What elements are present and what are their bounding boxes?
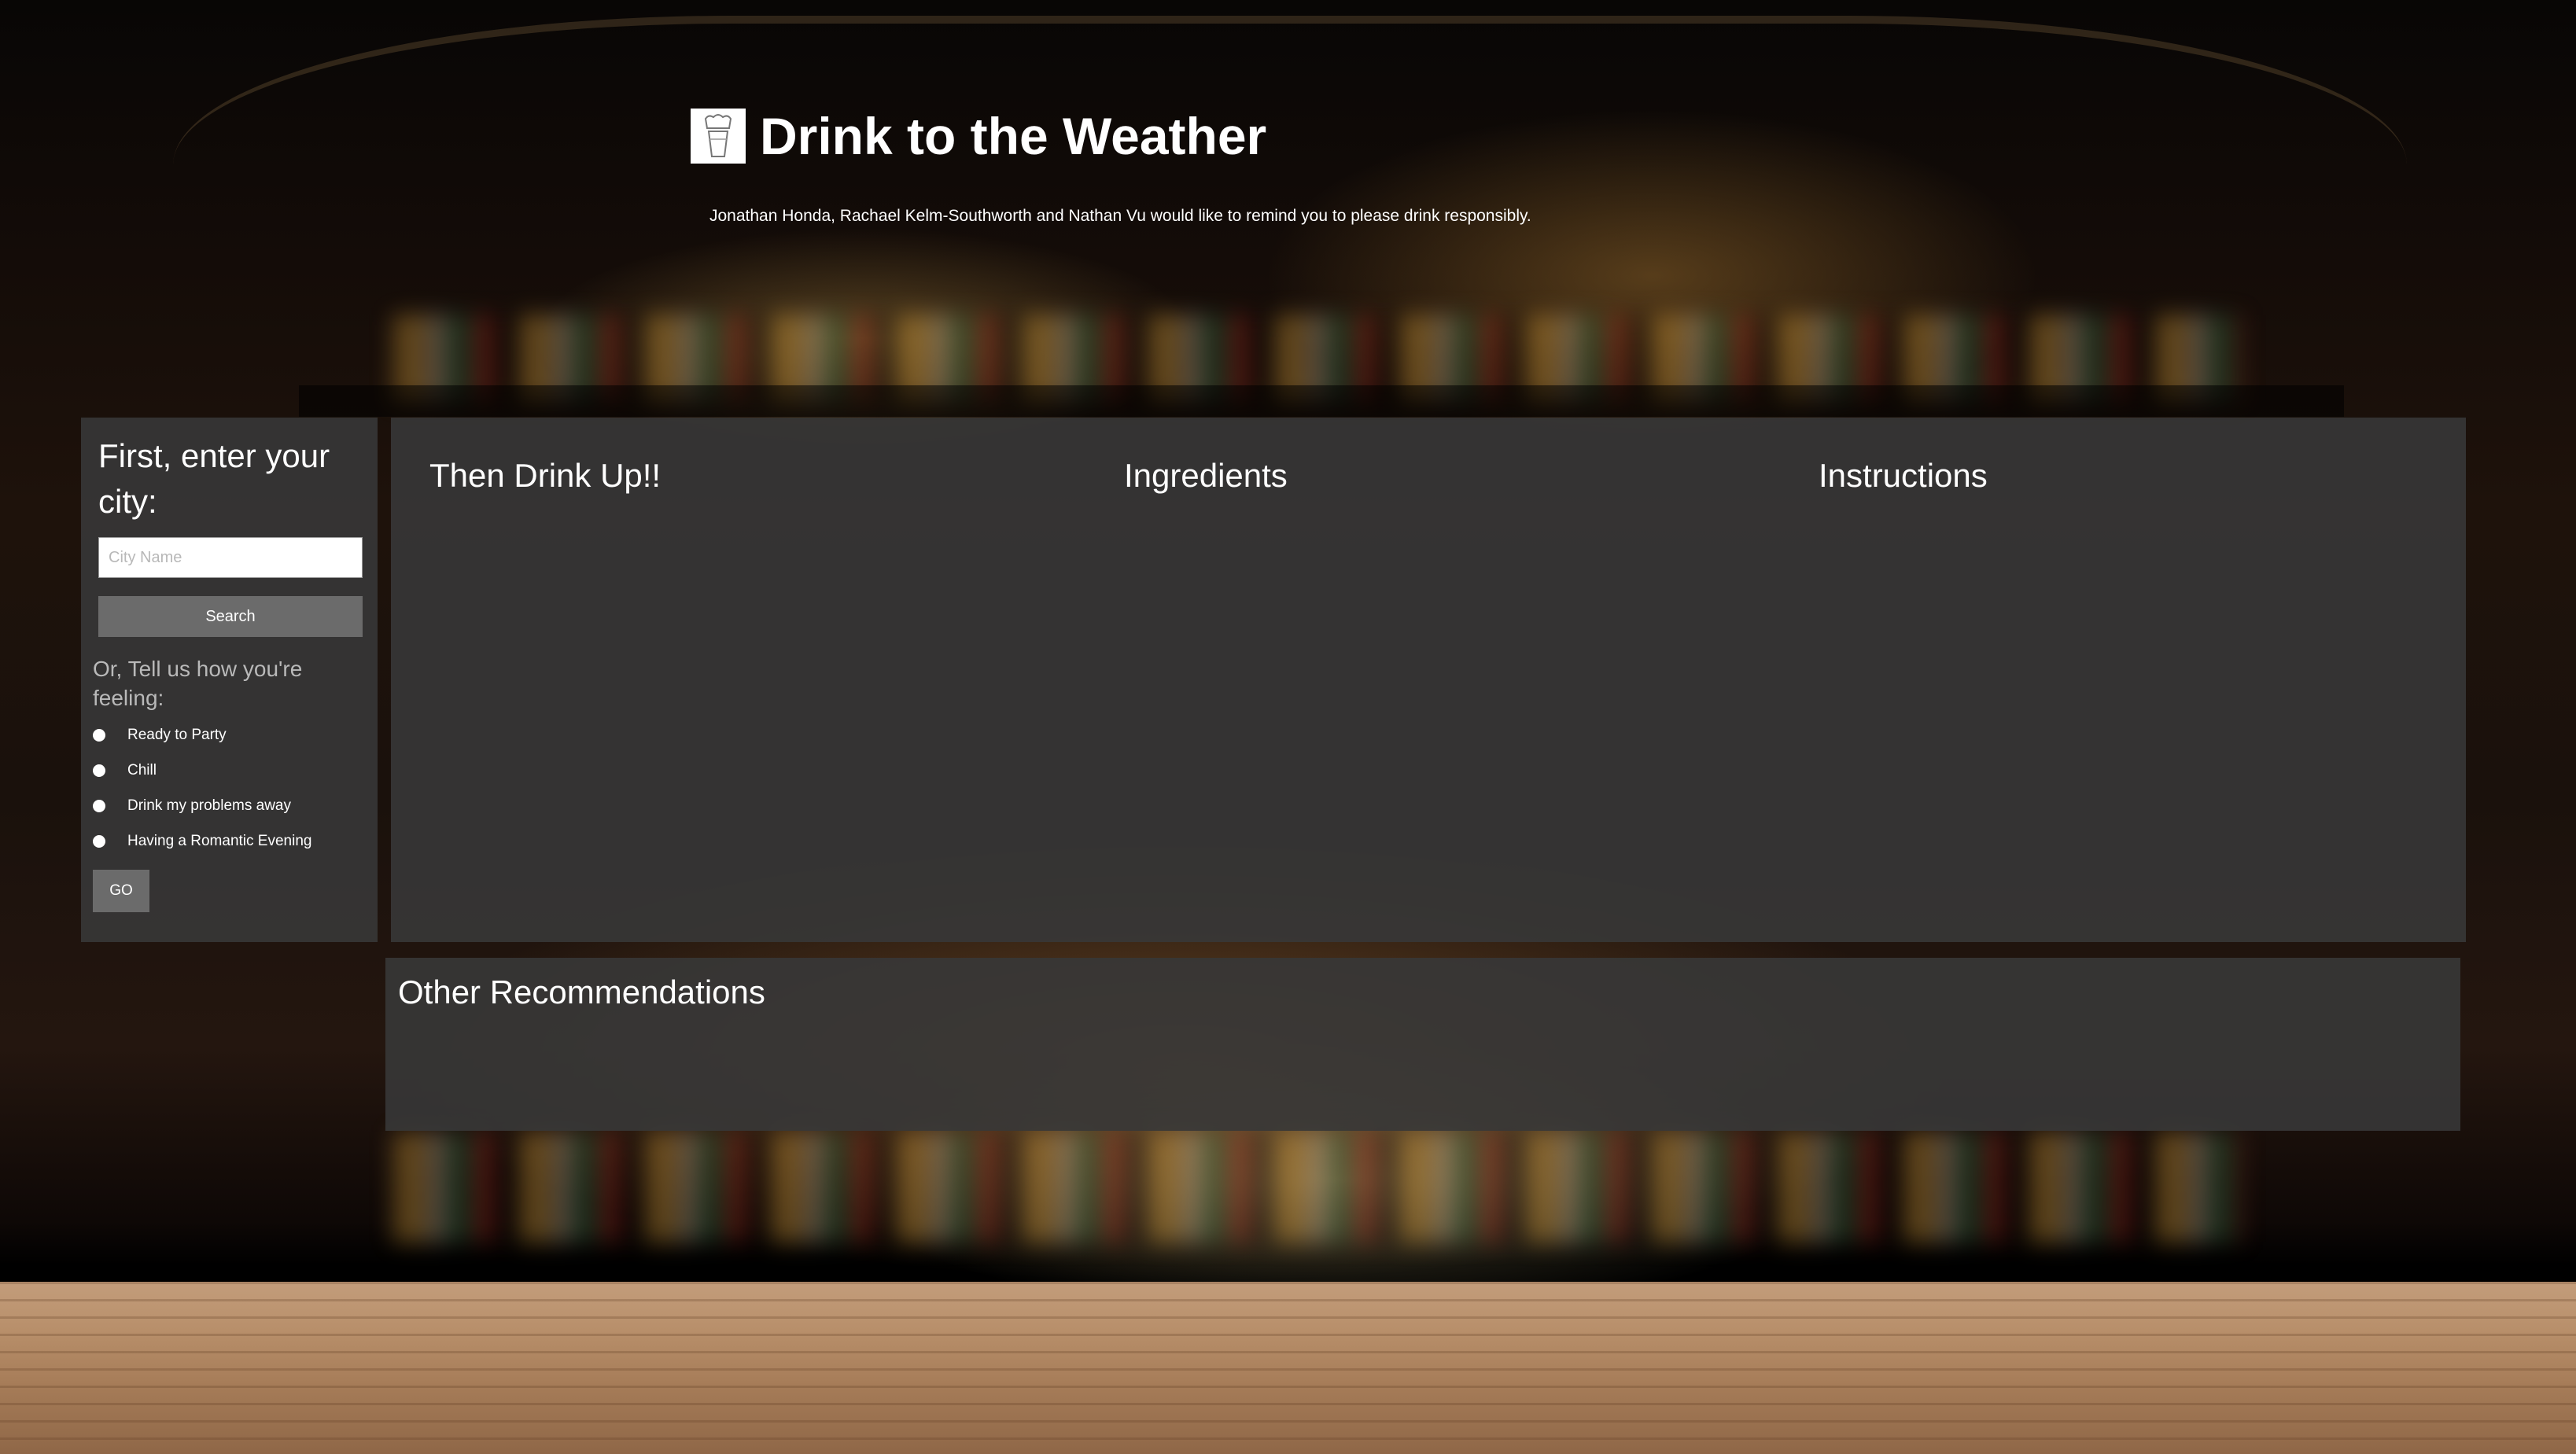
drink-heading: Then Drink Up!! [429,457,662,494]
city-heading: First, enter your city: [98,437,330,520]
other-recommendations-heading: Other Recommendations [398,974,765,1010]
search-button[interactable]: Search [98,596,363,637]
mood-option-label: Having a Romantic Evening [127,832,312,849]
title-row: Drink to the Weather [691,106,1634,166]
instructions-heading: Instructions [1819,457,1988,494]
mood-option-chill[interactable]: Chill [93,753,360,788]
drink-result-panel: Then Drink Up!! Ingredients Instructions [391,418,2466,942]
input-panel: First, enter your city: Search Or, Tell … [81,418,378,942]
background-shelf [299,385,2344,417]
mood-heading: Or, Tell us how you're feeling: [93,657,303,710]
mood-option-label: Drink my problems away [127,797,291,814]
city-name-input[interactable] [98,537,363,578]
go-button[interactable]: GO [93,870,149,912]
page-title: Drink to the Weather [760,107,1267,165]
mood-option-label: Chill [127,761,157,779]
mood-option-ready-to-party[interactable]: Ready to Party [93,717,360,753]
ingredients-heading: Ingredients [1124,457,1288,494]
mood-option-drink-problems-away[interactable]: Drink my problems away [93,788,360,823]
responsibility-notice: Jonathan Honda, Rachael Kelm-Southworth … [709,207,1531,225]
radio-button[interactable] [93,834,105,848]
radio-button[interactable] [93,728,105,742]
mood-radio-group: Ready to Party Chill Drink my problems a… [93,717,360,859]
page-header: Drink to the Weather Jonathan Honda, Rac… [691,106,1634,226]
mood-option-romantic-evening[interactable]: Having a Romantic Evening [93,823,360,859]
background-wood-table [0,1282,2576,1454]
cocktail-glass-icon [691,109,746,164]
other-recommendations-panel: Other Recommendations [385,958,2460,1131]
radio-button[interactable] [93,764,105,777]
background-bottles-bottom [393,1132,2242,1242]
radio-button[interactable] [93,799,105,812]
mood-option-label: Ready to Party [127,726,227,743]
